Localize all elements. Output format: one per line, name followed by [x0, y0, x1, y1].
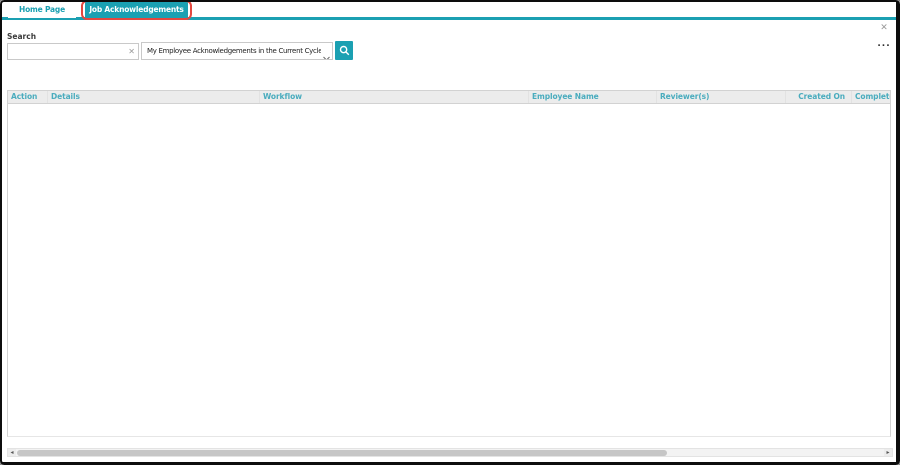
- column-header-reviewers[interactable]: Reviewer(s): [657, 91, 786, 103]
- search-input-wrap: ✕: [7, 43, 139, 60]
- tab-bar: Home Page Job Acknowledgements: [0, 0, 900, 20]
- horizontal-scrollbar[interactable]: ◂ ▸: [7, 448, 893, 457]
- column-header-created-on[interactable]: Created On: [786, 91, 852, 103]
- column-header-workflow[interactable]: Workflow: [260, 91, 529, 103]
- app-window: Home Page Job Acknowledgements Search ✕ …: [0, 0, 900, 465]
- search-icon: [339, 45, 350, 56]
- chevron-down-icon: [322, 48, 331, 59]
- tab-job-acknowledgements[interactable]: Job Acknowledgements: [85, 2, 188, 18]
- grid-body-empty: [8, 104, 890, 436]
- acknowledgements-grid: Action Details Workflow Employee Name Re…: [7, 90, 891, 437]
- column-header-completed-on[interactable]: Completed On: [852, 91, 890, 103]
- more-options-icon[interactable]: ...: [876, 38, 892, 50]
- grid-header-row: Action Details Workflow Employee Name Re…: [8, 90, 890, 104]
- search-button[interactable]: [335, 41, 353, 60]
- column-header-employee-name[interactable]: Employee Name: [529, 91, 657, 103]
- search-label: Search: [7, 32, 37, 41]
- scroll-left-arrow-icon[interactable]: ◂: [8, 449, 16, 456]
- search-input[interactable]: [10, 44, 122, 59]
- scrollbar-thumb[interactable]: [17, 449, 667, 456]
- column-header-details[interactable]: Details: [48, 91, 260, 103]
- clear-search-icon[interactable]: ✕: [128, 46, 135, 57]
- filter-dropdown[interactable]: My Employee Acknowledgements in the Curr…: [141, 42, 333, 60]
- close-icon[interactable]: ✕: [876, 23, 892, 35]
- scroll-right-arrow-icon[interactable]: ▸: [884, 449, 892, 456]
- filter-selected-value: My Employee Acknowledgements in the Curr…: [147, 47, 321, 55]
- column-header-action[interactable]: Action: [8, 91, 48, 103]
- tab-home-page[interactable]: Home Page: [8, 2, 76, 18]
